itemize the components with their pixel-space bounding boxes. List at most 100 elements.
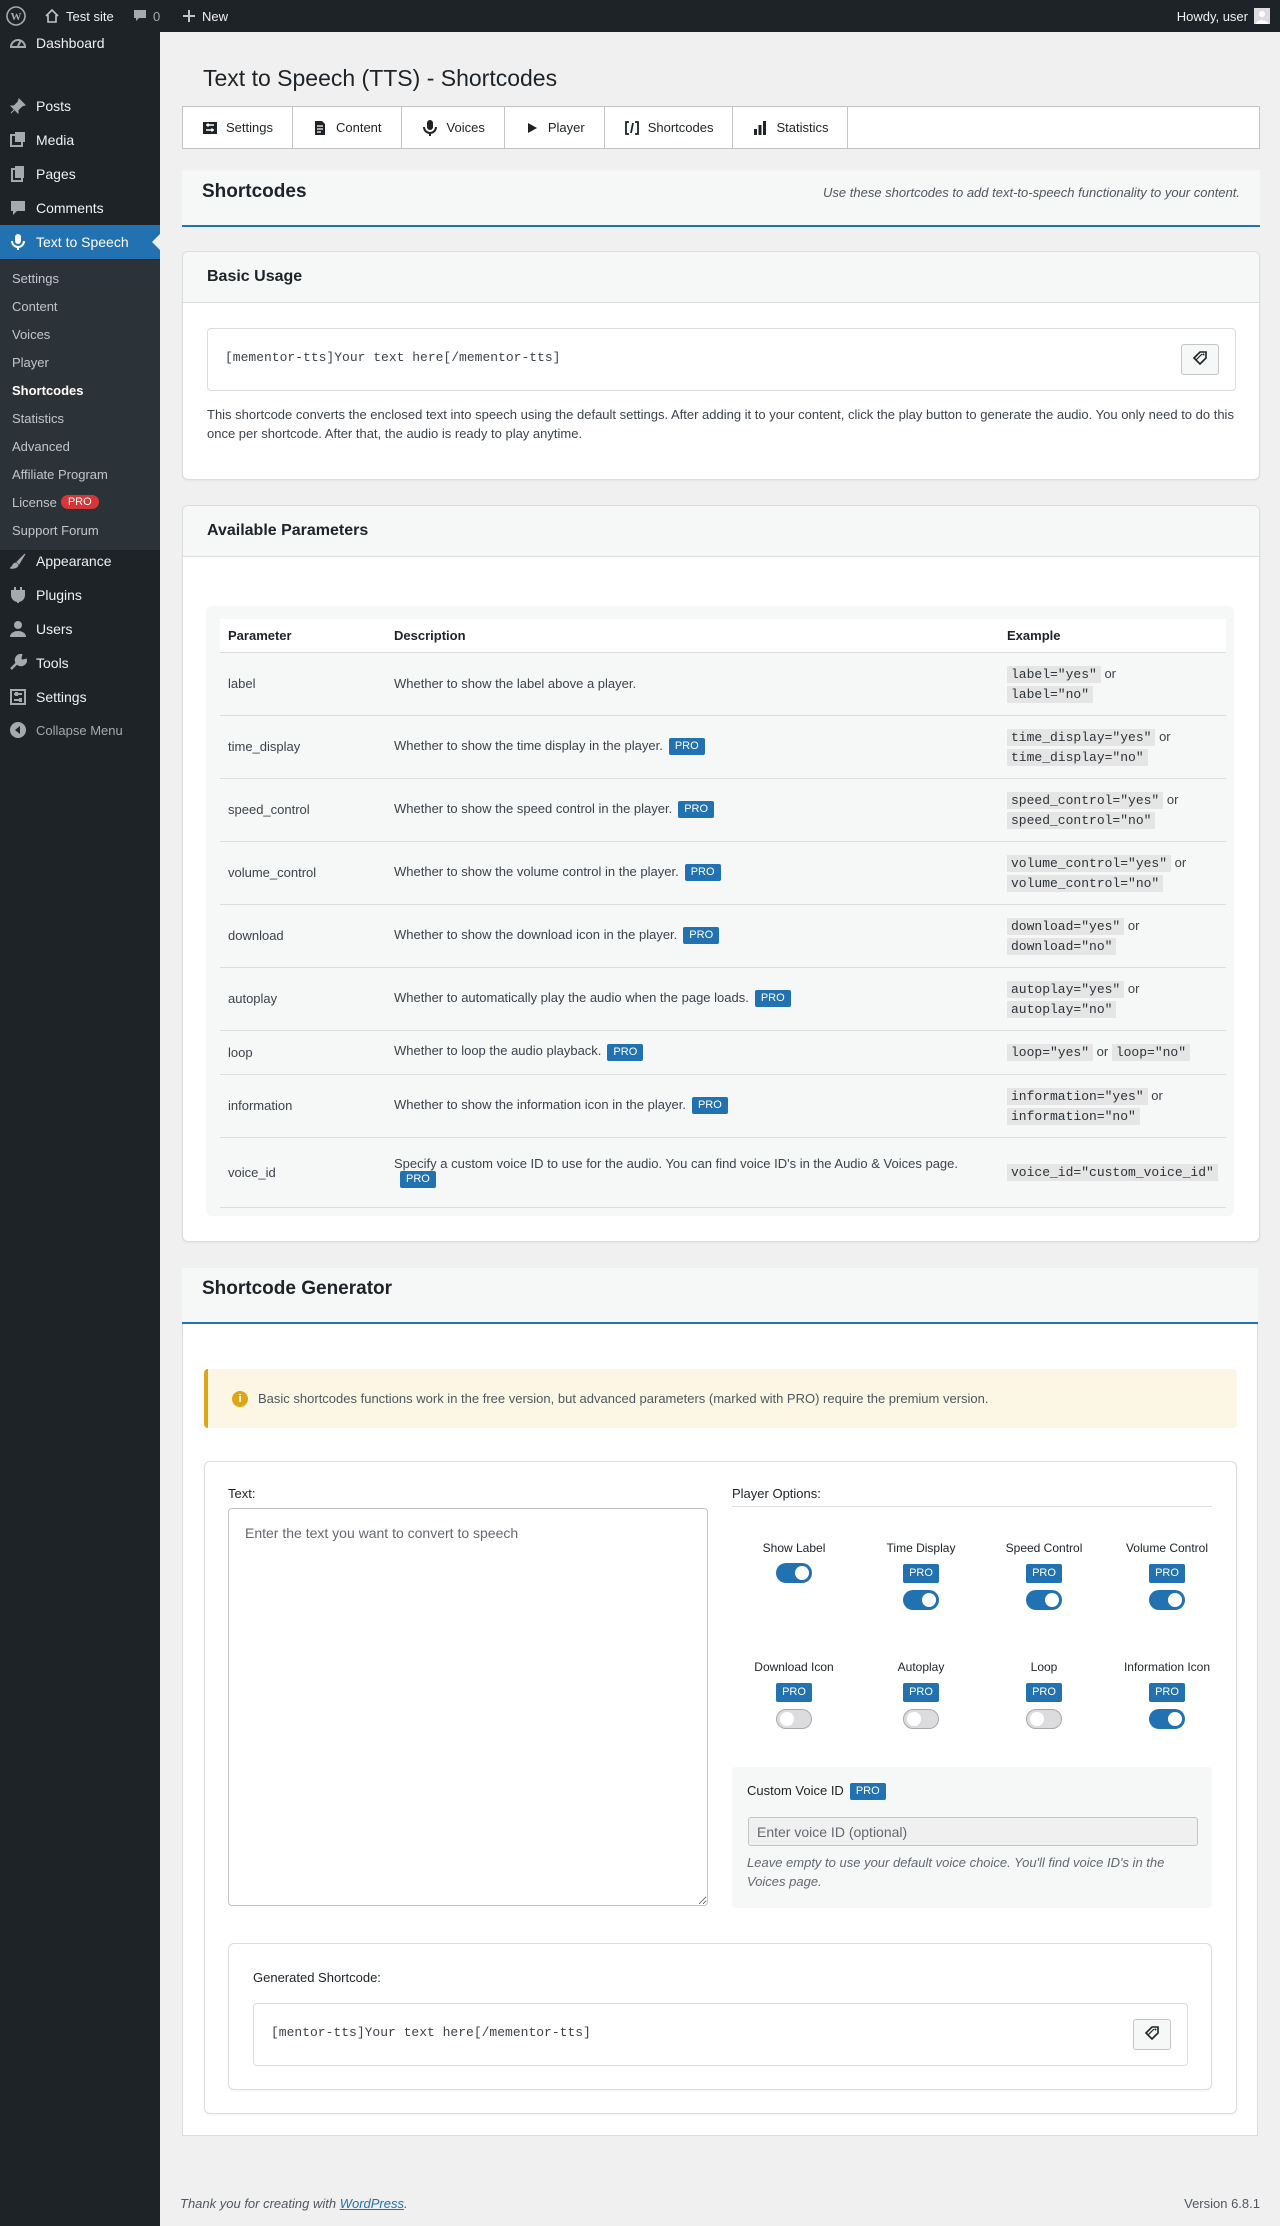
toggle-switch[interactable]	[1149, 1590, 1185, 1610]
tab-voices[interactable]: Voices	[402, 107, 505, 148]
copy-button[interactable]	[1181, 344, 1219, 375]
example-code[interactable]: autoplay="no"	[1007, 1000, 1117, 1018]
generated-shortcode-code[interactable]: [mentor-tts]Your text here[/mementor-tts…	[271, 2025, 591, 2040]
custom-voice-id-input[interactable]	[748, 1817, 1198, 1846]
settings-icon	[0, 688, 36, 706]
table-row: label Whether to show the label above a p…	[220, 652, 1226, 716]
submenu-item-voices[interactable]: Voices	[12, 324, 50, 344]
example-code[interactable]: loop="yes"	[1007, 1044, 1094, 1061]
pro-badge: PRO	[668, 738, 705, 756]
example-code[interactable]: information="yes"	[1007, 1087, 1148, 1105]
media-icon	[0, 131, 36, 149]
toggle-knob	[780, 1712, 794, 1726]
example-code[interactable]: speed_control="yes"	[1007, 791, 1164, 809]
sidebar-item-label: Media	[36, 132, 75, 148]
sidebar-item-pages[interactable]: Pages	[0, 157, 160, 191]
toggle-knob	[1168, 1712, 1182, 1726]
sidebar-item-tools[interactable]: Tools	[0, 646, 160, 680]
pro-badge: PRO	[1026, 1564, 1062, 1583]
submenu-item-label: Support Forum	[12, 522, 99, 538]
table-row: download Whether to show the download ico…	[220, 904, 1226, 968]
brush-icon	[0, 552, 36, 570]
submenu-item-player[interactable]: Player	[12, 352, 49, 372]
tab-statistics[interactable]: Statistics	[733, 107, 849, 148]
tab-content[interactable]: Content	[293, 107, 402, 148]
shortcodes-section-title: Shortcodes	[202, 181, 307, 202]
toggle-knob	[795, 1566, 809, 1580]
sidebar-item-plugins[interactable]: Plugins	[0, 578, 160, 612]
example-code[interactable]: information="no"	[1007, 1107, 1140, 1125]
option-volume-control: Volume Control PRO	[1112, 1541, 1222, 1610]
example-code[interactable]: speed_control="no"	[1007, 811, 1156, 829]
submenu-item-advanced[interactable]: Advanced	[12, 436, 70, 456]
text-input[interactable]	[228, 1508, 708, 1906]
submenu-item-settings[interactable]: Settings	[12, 268, 59, 288]
example-code[interactable]: download="yes"	[1007, 917, 1125, 935]
param-description-text: Whether to automatically play the audio …	[394, 989, 749, 1005]
example-code[interactable]: volume_control="no"	[1007, 874, 1164, 892]
or-text: or	[1127, 980, 1140, 996]
site-name: Test site	[66, 8, 114, 24]
param-example: download="yes" or download="no"	[999, 904, 1226, 968]
tab-player[interactable]: Player	[505, 107, 605, 148]
example-code[interactable]: label="no"	[1007, 685, 1094, 703]
param-example: volume_control="yes" or volume_control="…	[999, 841, 1226, 905]
example-code[interactable]: label="yes"	[1007, 665, 1101, 683]
collapse-icon	[0, 721, 36, 739]
param-description-text: Whether to loop the audio playback.	[394, 1043, 602, 1059]
param-example: loop="yes" or loop="no"	[999, 1030, 1226, 1075]
basic-usage-code[interactable]: [mementor-tts]Your text here[/mementor-t…	[225, 350, 560, 365]
submenu-item-support-forum[interactable]: Support Forum	[12, 520, 99, 540]
submenu-item-statistics[interactable]: Statistics	[12, 408, 64, 428]
tab-settings[interactable]: Settings	[183, 107, 293, 148]
toggle-switch[interactable]	[903, 1709, 939, 1729]
my-account-link[interactable]: Howdy, user	[1177, 0, 1270, 32]
pro-badge: PRO	[691, 1097, 728, 1115]
text-to-speech-submenu: Settings Content Voices Player Shortcodes Sta…	[0, 260, 160, 550]
toggle-switch[interactable]	[1026, 1709, 1062, 1729]
custom-voice-id-help: Leave empty to use your default voice ch…	[747, 1855, 1165, 1889]
example-code[interactable]: download="no"	[1007, 937, 1117, 955]
toggle-switch[interactable]	[1026, 1590, 1062, 1610]
option-information-icon: Information Icon PRO	[1112, 1660, 1222, 1729]
sidebar-item-posts[interactable]: Posts	[0, 89, 160, 123]
toggle-switch[interactable]	[776, 1563, 812, 1583]
sidebar-item-label: Dashboard	[36, 35, 105, 51]
sidebar-item-media[interactable]: Media	[0, 123, 160, 157]
submenu-item-content[interactable]: Content	[12, 296, 58, 316]
param-example: autoplay="yes" or autoplay="no"	[999, 967, 1226, 1031]
example-code[interactable]: loop="no"	[1111, 1044, 1191, 1061]
or-text: or	[1127, 917, 1140, 933]
sidebar-item-dashboard[interactable]: Dashboard	[0, 26, 160, 60]
param-description: Whether to show the time display in the …	[386, 715, 999, 779]
sidebar-item-settings[interactable]: Settings	[0, 680, 160, 714]
generated-shortcode-label: Generated Shortcode:	[253, 1970, 381, 1985]
toggle-switch[interactable]	[776, 1709, 812, 1729]
pro-badge: PRO	[1149, 1683, 1185, 1702]
submenu-item-license[interactable]: License PRO	[12, 492, 99, 512]
submenu-item-label: Player	[12, 354, 49, 370]
sidebar-item-label: Plugins	[36, 587, 82, 603]
copy-generated-button[interactable]	[1133, 2019, 1171, 2050]
toggle-switch[interactable]	[1149, 1709, 1185, 1729]
example-code[interactable]: time_display="no"	[1007, 748, 1148, 766]
sidebar-item-label: Comments	[36, 200, 104, 216]
submenu-item-label: Advanced	[12, 438, 70, 454]
example-code[interactable]: voice_id="custom_voice_id"	[1007, 1164, 1218, 1181]
example-code[interactable]: volume_control="yes"	[1007, 854, 1172, 872]
tab-shortcodes[interactable]: Shortcodes	[605, 107, 734, 148]
new-content-link[interactable]: New	[182, 0, 228, 32]
toggle-switch[interactable]	[903, 1590, 939, 1610]
admin-bar: W Test site 0 New Howdy, user	[0, 0, 1280, 32]
example-code[interactable]: time_display="yes"	[1007, 728, 1156, 746]
sidebar-item-comments[interactable]: Comments	[0, 191, 160, 225]
option-label: Speed Control	[1005, 1541, 1083, 1555]
submenu-item-affiliate-program[interactable]: Affiliate Program	[12, 464, 108, 484]
sidebar-item-label: Appearance	[36, 553, 112, 569]
wordpress-link[interactable]: WordPress	[340, 2196, 404, 2211]
example-code[interactable]: autoplay="yes"	[1007, 980, 1125, 998]
submenu-item-shortcodes[interactable]: Shortcodes	[12, 380, 84, 400]
sidebar-item-text-to-speech[interactable]: Text to Speech	[0, 225, 160, 259]
sidebar-item-users[interactable]: Users	[0, 612, 160, 646]
sidebar-item-collapse-menu[interactable]: Collapse Menu	[0, 713, 160, 747]
